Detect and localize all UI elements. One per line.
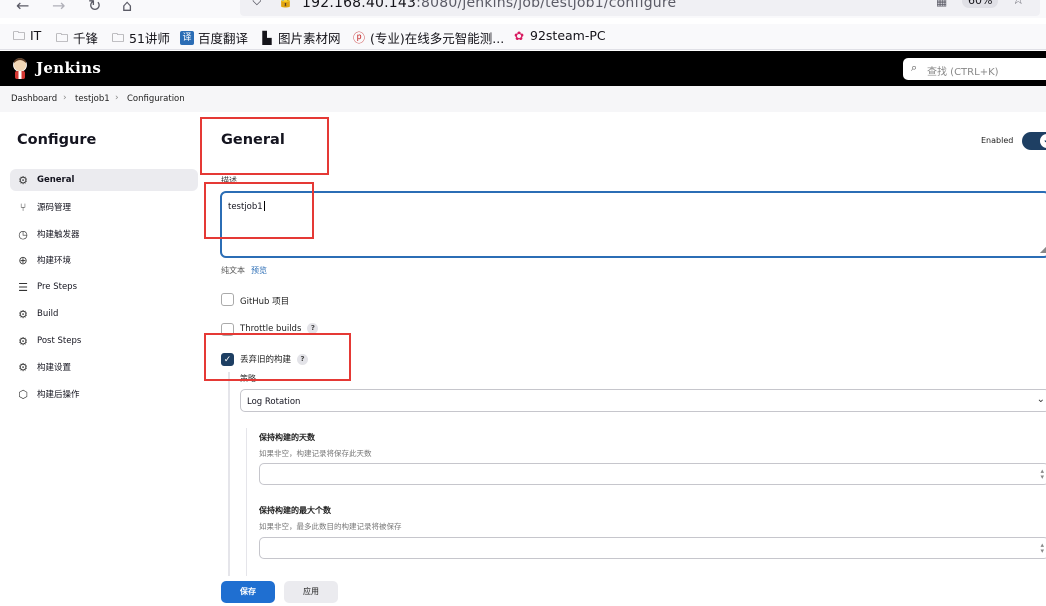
star-icon[interactable]: ☆ <box>1012 0 1025 8</box>
breadcrumb-configuration[interactable]: Configuration <box>127 94 185 104</box>
sidebar-item-build-settings[interactable]: ⚙ 构建设置 <box>10 356 198 378</box>
steam-icon: ✿ <box>513 28 525 43</box>
check-icon: ✓ <box>223 355 232 365</box>
sidebar-item-triggers[interactable]: ◷ 构建触发器 <box>10 223 198 245</box>
box-icon: ⬡ <box>18 387 28 401</box>
github-project-label: GitHub 项目 <box>240 297 290 307</box>
zoom-level[interactable]: 60% <box>962 0 999 8</box>
sidebar-item-pre-steps[interactable]: ☰ Pre Steps <box>10 276 198 298</box>
breadcrumb: Dashboard › testjob1 › Configuration <box>0 86 1046 112</box>
bookmark-image-site[interactable]: ▙ 图片素材网 <box>260 28 340 47</box>
gear-icon: ⚙ <box>18 360 28 374</box>
format-info: 纯文本 预览 <box>221 266 267 275</box>
max-builds-input[interactable]: ▴ ▾ <box>259 537 1046 559</box>
clock-icon: ◷ <box>18 227 28 241</box>
spinner-icon[interactable]: ▴ ▾ <box>1040 542 1044 555</box>
gear-icon: ⚙ <box>18 334 28 348</box>
bookmark-baidu-translate[interactable]: 译百度翻译 <box>180 28 248 47</box>
insecure-lock-icon[interactable]: 🔓 <box>278 0 293 8</box>
url-text[interactable]: 192.168.40.143:8080/jenkins/job/testjob1… <box>302 0 676 11</box>
enabled-toggle[interactable]: ✓ <box>1022 132 1046 150</box>
chevron-right-icon: › <box>63 93 67 103</box>
days-to-keep-input[interactable]: ▴ ▾ <box>259 463 1046 485</box>
days-to-keep-hint: 如果非空，构建记录将保存此天数 <box>259 449 372 458</box>
bookmark-92steam[interactable]: ✿ 92steam-PC <box>512 28 606 43</box>
bottom-action-bar <box>0 576 1046 606</box>
check-icon: ✓ <box>1040 134 1046 148</box>
sidebar-item-post-build[interactable]: ⬡ 构建后操作 <box>10 383 198 405</box>
apply-button[interactable]: 应用 <box>284 581 338 603</box>
nested-section-line <box>246 428 247 578</box>
folder-icon: 🗀 <box>12 28 25 43</box>
strategy-label: 策略 <box>240 374 256 383</box>
days-to-keep-label: 保持构建的天数 <box>259 433 315 442</box>
help-icon[interactable]: ? <box>297 353 309 365</box>
nested-section-line <box>228 372 230 582</box>
breadcrumb-dashboard[interactable]: Dashboard <box>11 94 57 104</box>
chevron-down-icon: ⌄ <box>1036 394 1045 405</box>
shield-icon[interactable]: ⛉ <box>252 0 262 9</box>
resize-handle-icon[interactable]: ◢ <box>1040 245 1046 254</box>
folder-icon: 🗀 <box>111 30 124 45</box>
bookmark-51jiangshi[interactable]: 🗀 51讲师 <box>111 28 170 47</box>
sidebar-title: Configure <box>17 132 97 148</box>
section-title: General <box>221 132 285 148</box>
help-icon[interactable]: ? <box>307 323 319 334</box>
preview-link[interactable]: 预览 <box>251 266 267 275</box>
sidebar-item-scm[interactable]: ⑂ 源码管理 <box>10 196 198 218</box>
bookmark-qianfeng[interactable]: 🗀 千锋 <box>55 28 98 47</box>
bookmarks-bar: 🗀 IT 🗀 千锋 🗀 51讲师 译百度翻译 ▙ 图片素材网 ⓟ (专业)在线多元智能测.… <box>0 24 1046 50</box>
sidebar-item-post-steps[interactable]: ⚙ Post Steps <box>10 330 198 352</box>
list-icon: ☰ <box>18 280 28 294</box>
strategy-value: Log Rotation <box>247 397 301 407</box>
max-builds-hint: 如果非空，最多此数目的构建记录将被保存 <box>259 522 402 531</box>
enabled-label: Enabled <box>981 136 1014 145</box>
strategy-select[interactable]: Log Rotation ⌄ <box>240 389 1046 412</box>
branch-icon: ⑂ <box>19 200 27 214</box>
browser-toolbar: ← → ↻ ⌂ ⛉ 🔓 192.168.40.143:8080/jenkins/… <box>0 0 1046 18</box>
globe-icon: ⊕ <box>18 253 28 267</box>
description-value[interactable]: testjob1 <box>228 201 265 212</box>
discard-old-builds-label: 丢弃旧的构建? <box>240 353 309 365</box>
discard-old-builds-checkbox[interactable]: ✓ <box>221 353 234 366</box>
search-placeholder: 查找 (CTRL+K) <box>927 67 999 78</box>
jenkins-logo-icon[interactable] <box>10 57 30 79</box>
github-project-checkbox[interactable] <box>221 293 234 306</box>
sidebar-item-general[interactable]: ⚙ General <box>10 169 198 191</box>
image-icon: ▙ <box>262 30 272 45</box>
folder-icon: 🗀 <box>55 30 68 45</box>
throttle-builds-label: Throttle builds? <box>240 323 319 334</box>
site-icon: ⓟ <box>352 30 365 45</box>
save-button[interactable]: 保存 <box>221 581 275 603</box>
reload-icon[interactable]: ↻ <box>88 0 101 15</box>
bookmark-it[interactable]: 🗀 IT <box>12 28 41 43</box>
gear-icon: ⚙ <box>18 173 28 187</box>
home-icon[interactable]: ⌂ <box>122 0 132 15</box>
forward-arrow-icon[interactable]: → <box>52 0 65 15</box>
description-label: 描述 <box>221 176 237 185</box>
max-builds-label: 保持构建的最大个数 <box>259 506 331 515</box>
sidebar-item-environment[interactable]: ⊕ 构建环境 <box>10 249 198 271</box>
search-box[interactable]: ⌕ 查找 (CTRL+K) <box>903 58 1046 80</box>
sidebar-item-build[interactable]: ⚙ Build <box>10 303 198 325</box>
jenkins-header: Jenkins ⌕ 查找 (CTRL+K) <box>0 51 1046 86</box>
search-icon: ⌕ <box>911 61 918 74</box>
back-arrow-icon[interactable]: ← <box>16 0 29 15</box>
gear-icon: ⚙ <box>18 307 28 321</box>
spinner-icon[interactable]: ▴ ▾ <box>1040 468 1044 481</box>
description-textarea[interactable]: testjob1 ◢ <box>220 191 1046 258</box>
address-bar[interactable]: ⛉ 🔓 192.168.40.143:8080/jenkins/job/test… <box>240 0 1040 16</box>
breadcrumb-job[interactable]: testjob1 <box>75 94 110 104</box>
qr-code-icon[interactable]: ▦ <box>936 0 947 8</box>
chevron-right-icon: › <box>115 93 119 103</box>
throttle-builds-checkbox[interactable] <box>221 323 234 336</box>
translate-icon: 译 <box>180 30 194 45</box>
bookmark-mi-test[interactable]: ⓟ (专业)在线多元智能测... <box>352 28 504 47</box>
app-name[interactable]: Jenkins <box>36 59 101 77</box>
